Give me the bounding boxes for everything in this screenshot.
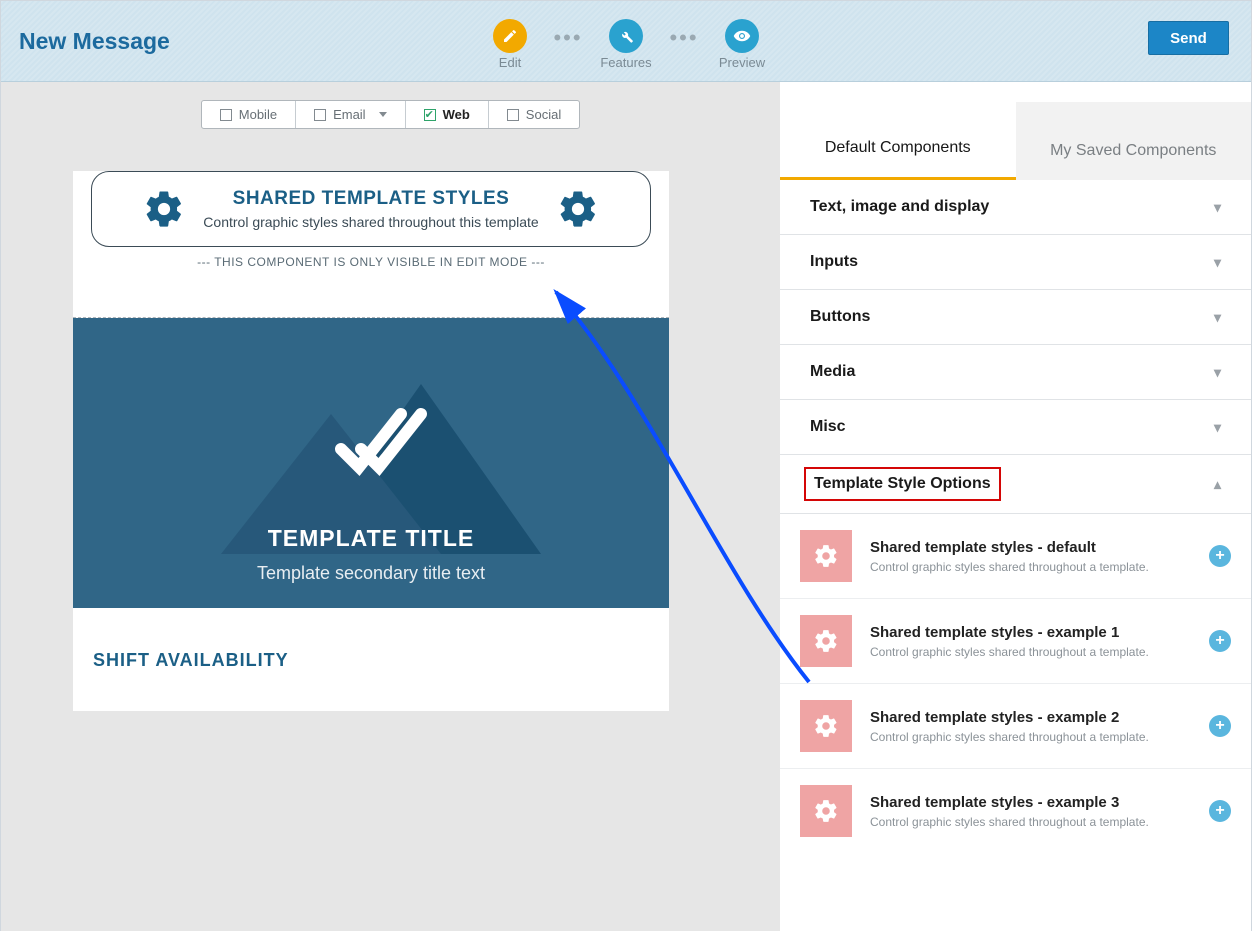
accordion-label: Misc — [810, 418, 846, 436]
component-item[interactable]: Shared template styles - default Control … — [780, 514, 1251, 599]
section-title: SHIFT AVAILABILITY — [73, 608, 669, 671]
template-style-list: Shared template styles - default Control … — [780, 514, 1251, 853]
shared-styles-box[interactable]: SHARED TEMPLATE STYLES Control graphic s… — [91, 171, 651, 247]
mode-features[interactable]: Features — [590, 13, 662, 70]
mode-preview-label: Preview — [706, 55, 778, 70]
channel-mobile-label: Mobile — [239, 107, 277, 122]
edit-mode-note: --- THIS COMPONENT IS ONLY VISIBLE IN ED… — [73, 255, 669, 269]
page-title: New Message — [1, 28, 170, 55]
content: Mobile Email Web Social SHARED TEMPLATE … — [1, 82, 1251, 931]
pencil-icon — [493, 19, 527, 53]
tab-default-components[interactable]: Default Components — [780, 99, 1016, 180]
hero-subtitle: Template secondary title text — [73, 563, 669, 584]
checkbox-icon — [314, 109, 326, 121]
header-mode-switcher: Edit ••• Features ••• Preview — [474, 13, 778, 70]
accordion-label: Media — [810, 363, 855, 381]
send-button[interactable]: Send — [1148, 21, 1229, 55]
app-header: New Message Edit ••• Features ••• Previe… — [1, 1, 1251, 82]
tab-saved-components[interactable]: My Saved Components — [1016, 102, 1252, 180]
mode-edit-label: Edit — [474, 55, 546, 70]
chevron-down-icon: ▾ — [1214, 254, 1221, 271]
component-title: Shared template styles - example 3 — [870, 794, 1191, 811]
channel-web[interactable]: Web — [406, 101, 489, 128]
chevron-up-icon: ▴ — [1214, 476, 1221, 493]
add-component-button[interactable]: + — [1209, 715, 1231, 737]
channel-web-label: Web — [443, 107, 470, 122]
chevron-down-icon: ▾ — [1214, 309, 1221, 326]
hero-title: TEMPLATE TITLE — [73, 525, 669, 552]
chevron-down-icon: ▾ — [1214, 419, 1221, 436]
add-component-button[interactable]: + — [1209, 800, 1231, 822]
component-title: Shared template styles - example 2 — [870, 709, 1191, 726]
gear-icon — [800, 700, 852, 752]
mode-preview[interactable]: Preview — [706, 13, 778, 70]
accordion-inputs[interactable]: Inputs ▾ — [780, 235, 1251, 290]
channel-group: Mobile Email Web Social — [201, 100, 580, 129]
channel-social-label: Social — [526, 107, 561, 122]
accordion-misc[interactable]: Misc ▾ — [780, 400, 1251, 455]
gear-icon — [143, 188, 185, 230]
component-desc: Control graphic styles shared throughout… — [870, 815, 1191, 829]
wrench-icon — [609, 19, 643, 53]
component-title: Shared template styles - example 1 — [870, 624, 1191, 641]
component-item[interactable]: Shared template styles - example 3 Contro… — [780, 769, 1251, 853]
component-desc: Control graphic styles shared throughout… — [870, 645, 1191, 659]
components-panel: Default Components My Saved Components T… — [780, 82, 1251, 931]
checkbox-icon — [220, 109, 232, 121]
add-component-button[interactable]: + — [1209, 630, 1231, 652]
component-title: Shared template styles - default — [870, 539, 1191, 556]
accordion-media[interactable]: Media ▾ — [780, 345, 1251, 400]
add-component-button[interactable]: + — [1209, 545, 1231, 567]
gear-icon — [800, 530, 852, 582]
accordion-buttons[interactable]: Buttons ▾ — [780, 290, 1251, 345]
checkbox-icon — [507, 109, 519, 121]
channel-social[interactable]: Social — [489, 101, 579, 128]
separator-dots-icon: ••• — [546, 13, 590, 51]
shared-styles-title: SHARED TEMPLATE STYLES — [203, 188, 538, 210]
accordion-label: Buttons — [810, 308, 870, 326]
channel-email-label: Email — [333, 107, 366, 122]
component-item[interactable]: Shared template styles - example 1 Contro… — [780, 599, 1251, 684]
editor-pane: Mobile Email Web Social SHARED TEMPLATE … — [1, 82, 780, 931]
channel-email[interactable]: Email — [296, 101, 406, 128]
chevron-down-icon: ▾ — [1214, 199, 1221, 216]
accordion-template-style-options[interactable]: Template Style Options ▴ — [780, 455, 1251, 514]
components-tabs: Default Components My Saved Components — [780, 82, 1251, 180]
mode-edit[interactable]: Edit — [474, 13, 546, 70]
gear-icon — [800, 615, 852, 667]
mode-features-label: Features — [590, 55, 662, 70]
accordion-text-image-display[interactable]: Text, image and display ▾ — [780, 180, 1251, 235]
component-desc: Control graphic styles shared throughout… — [870, 560, 1191, 574]
channel-mobile[interactable]: Mobile — [202, 101, 296, 128]
gear-icon — [557, 188, 599, 230]
hero-block[interactable]: TEMPLATE TITLE Template secondary title … — [73, 318, 669, 608]
chevron-down-icon: ▾ — [1214, 364, 1221, 381]
component-item[interactable]: Shared template styles - example 2 Contro… — [780, 684, 1251, 769]
channel-bar: Mobile Email Web Social — [1, 82, 780, 153]
accordion-label: Template Style Options — [810, 473, 995, 495]
accordion-label: Text, image and display — [810, 198, 989, 216]
gear-icon — [800, 785, 852, 837]
component-desc: Control graphic styles shared throughout… — [870, 730, 1191, 744]
shared-styles-subtitle: Control graphic styles shared throughout… — [203, 214, 538, 230]
eye-icon — [725, 19, 759, 53]
accordion-label: Inputs — [810, 253, 858, 271]
checkbox-checked-icon — [424, 109, 436, 121]
separator-dots-icon: ••• — [662, 13, 706, 51]
template-canvas[interactable]: SHARED TEMPLATE STYLES Control graphic s… — [73, 171, 669, 711]
